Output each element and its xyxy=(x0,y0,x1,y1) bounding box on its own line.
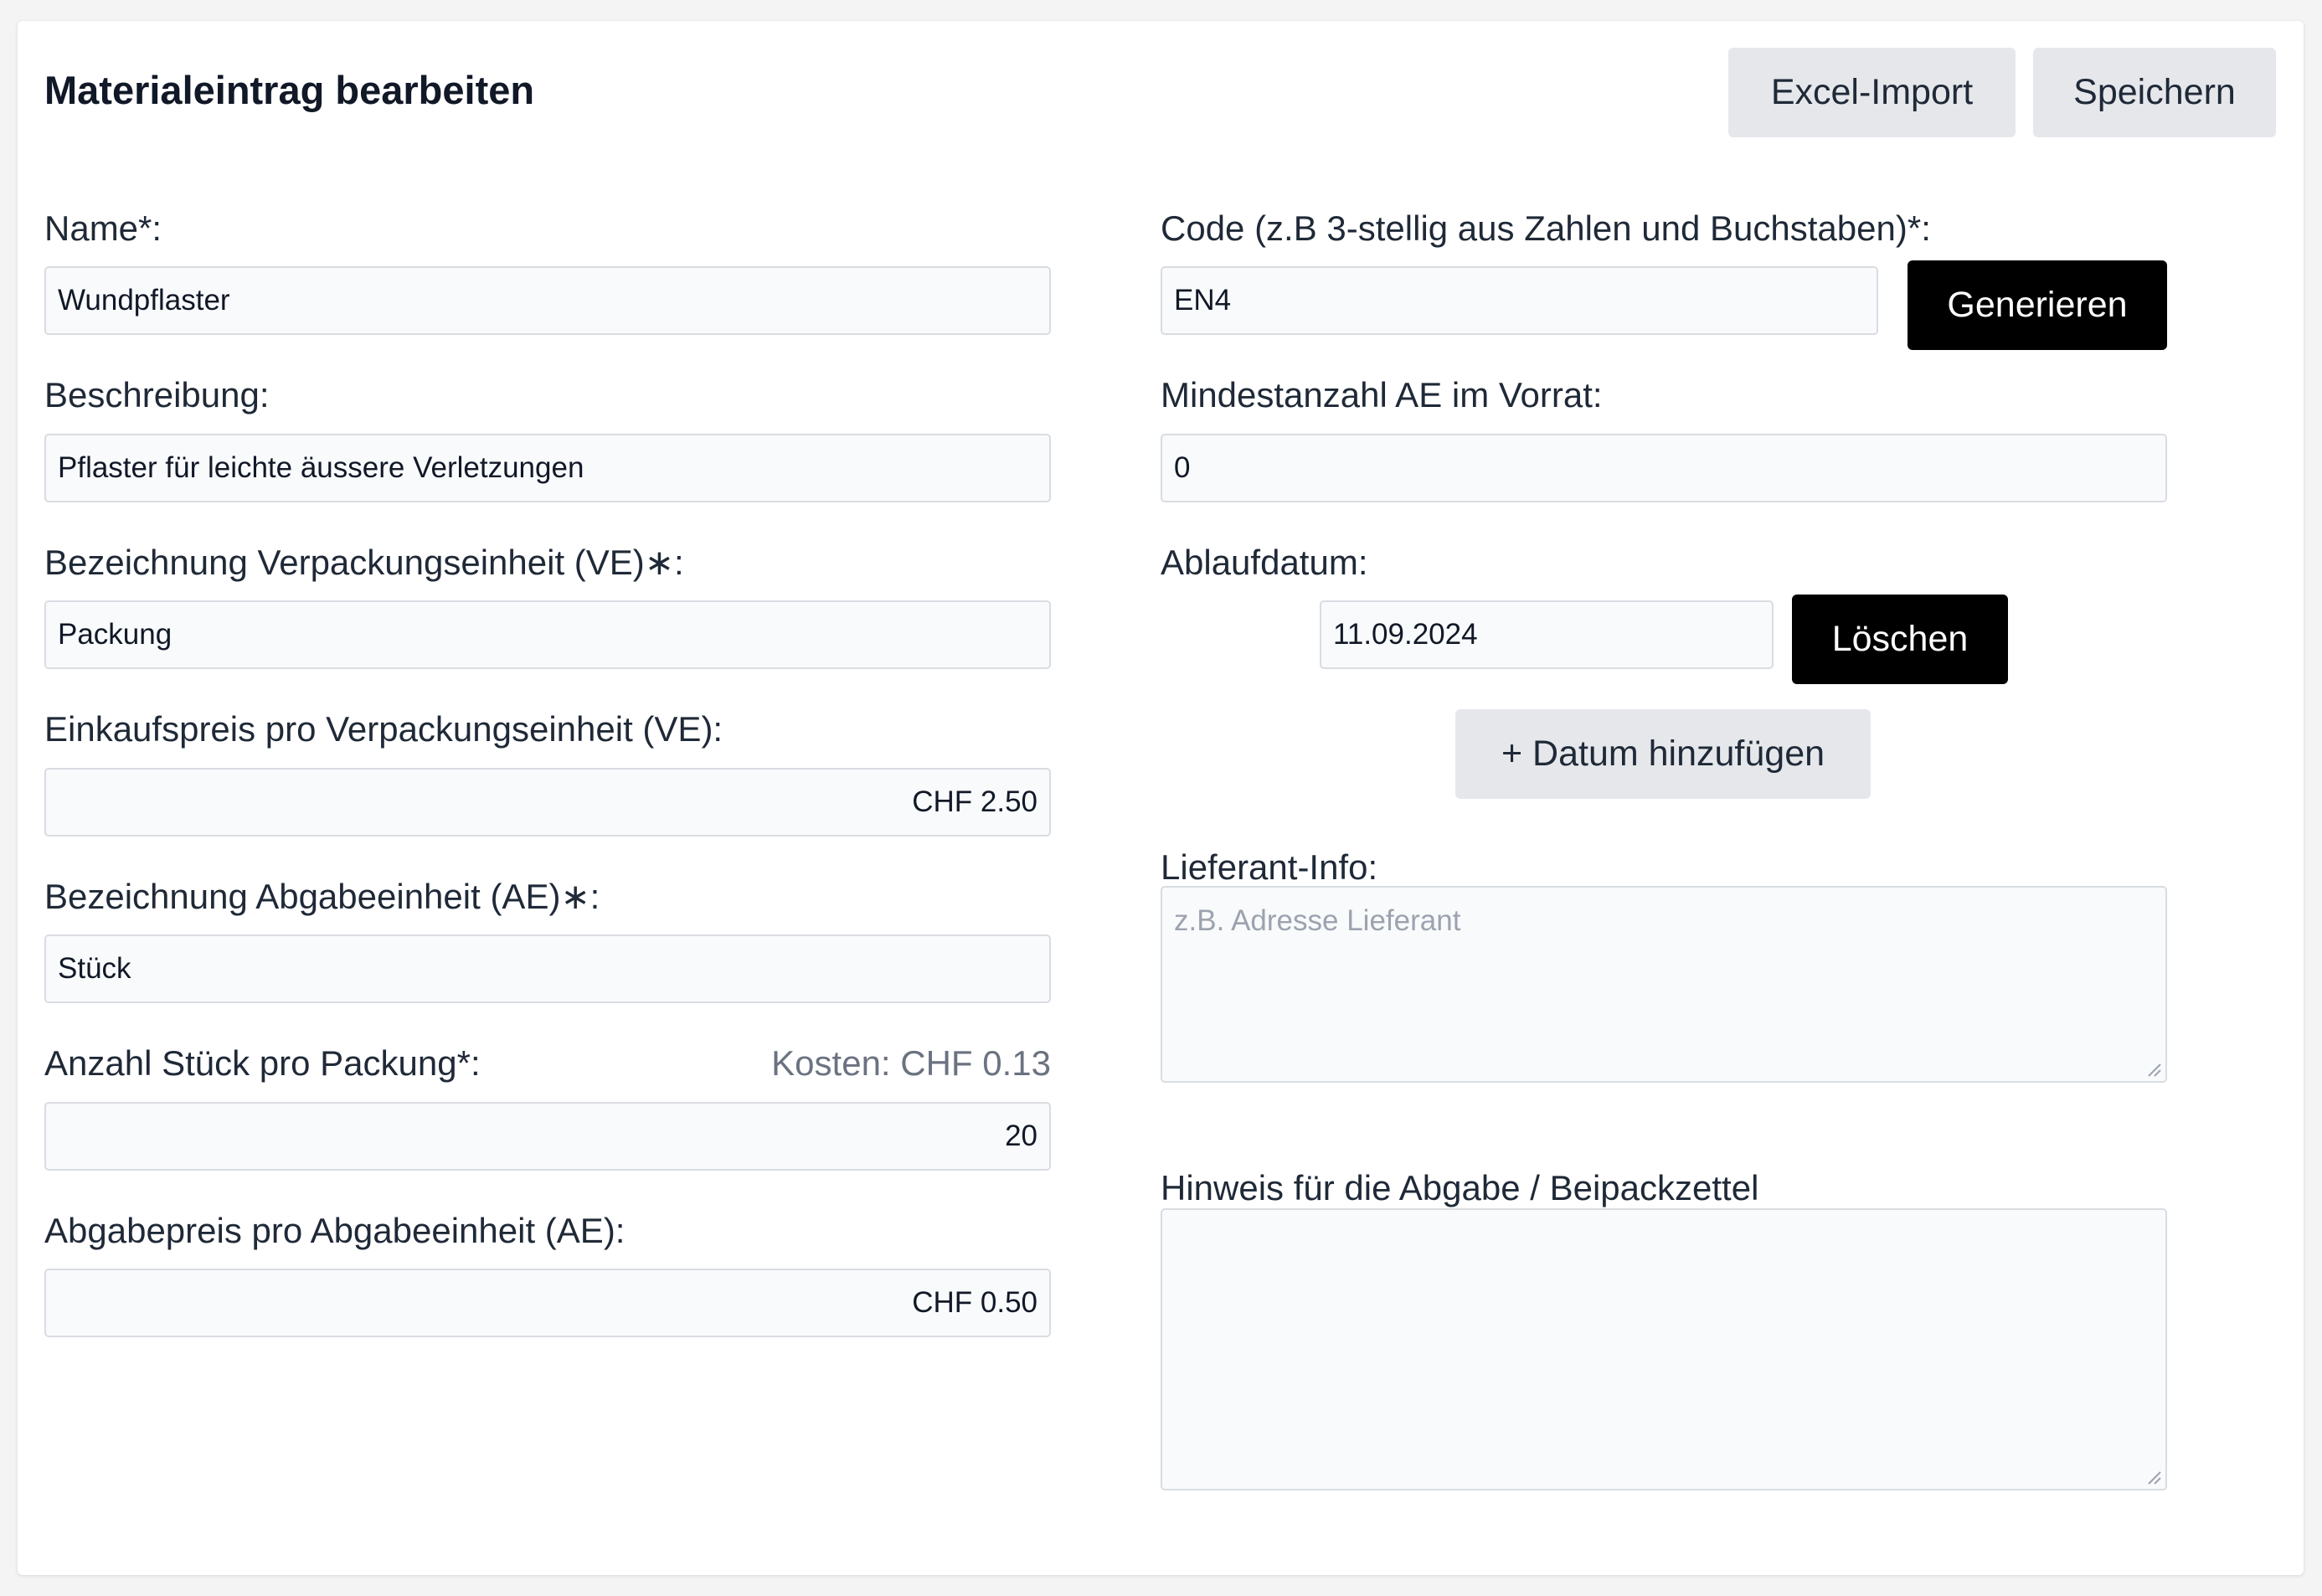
cost-per-piece-hint: Kosten: CHF 0.13 xyxy=(771,1043,1051,1083)
purchase-price-label: Einkaufspreis pro Verpackungseinheit (VE… xyxy=(44,709,723,749)
dispense-unit-label: Bezeichnung Abgabeeinheit (AE)∗: xyxy=(44,877,600,916)
name-label: Name*: xyxy=(44,209,162,248)
pieces-per-package-field[interactable]: 20 xyxy=(44,1102,1051,1171)
name-field[interactable]: Wundpflaster xyxy=(44,266,1051,335)
dispense-price-field[interactable]: CHF 0.50 xyxy=(44,1269,1051,1337)
generate-code-button[interactable]: Generieren xyxy=(1908,260,2167,350)
resize-grip-icon xyxy=(2148,1471,2161,1485)
code-field[interactable]: EN4 xyxy=(1161,266,1878,335)
code-label: Code (z.B 3-stellig aus Zahlen und Buchs… xyxy=(1161,209,1931,248)
purchase-price-field[interactable]: CHF 2.50 xyxy=(44,768,1051,837)
add-date-button[interactable]: + Datum hinzufügen xyxy=(1455,709,1871,799)
resize-grip-icon xyxy=(2148,1063,2161,1077)
excel-import-button[interactable]: Excel-Import xyxy=(1728,48,2016,137)
dispense-price-label: Abgabepreis pro Abgabeeinheit (AE): xyxy=(44,1211,626,1250)
save-button[interactable]: Speichern xyxy=(2033,48,2276,137)
notes-textarea[interactable] xyxy=(1161,1208,2167,1490)
delete-date-button[interactable]: Löschen xyxy=(1792,595,2008,684)
supplier-info-textarea[interactable]: z.B. Adresse Lieferant xyxy=(1161,886,2167,1083)
min-stock-label: Mindestanzahl AE im Vorrat: xyxy=(1161,375,1603,414)
description-label: Beschreibung: xyxy=(44,375,270,414)
expiry-date-field[interactable]: 11.09.2024 xyxy=(1320,600,1774,669)
description-field[interactable]: Pflaster für leichte äussere Verletzunge… xyxy=(44,434,1051,502)
material-entry-card: Materialeintrag bearbeiten Excel-Import … xyxy=(18,21,2304,1575)
package-unit-label: Bezeichnung Verpackungseinheit (VE)∗: xyxy=(44,543,684,582)
min-stock-field[interactable]: 0 xyxy=(1161,434,2167,502)
notes-resize-handle[interactable] xyxy=(2144,1467,2164,1487)
expiry-date-label: Ablaufdatum: xyxy=(1161,543,1368,582)
supplier-info-label: Lieferant-Info: xyxy=(1161,847,1378,887)
page-title: Materialeintrag bearbeiten xyxy=(44,68,535,112)
dispense-unit-field[interactable]: Stück xyxy=(44,934,1051,1003)
package-unit-field[interactable]: Packung xyxy=(44,600,1051,669)
notes-label: Hinweis für die Abgabe / Beipackzettel xyxy=(1161,1168,1759,1207)
pieces-per-package-label: Anzahl Stück pro Packung*: xyxy=(44,1043,481,1083)
supplier-resize-handle[interactable] xyxy=(2144,1059,2164,1079)
